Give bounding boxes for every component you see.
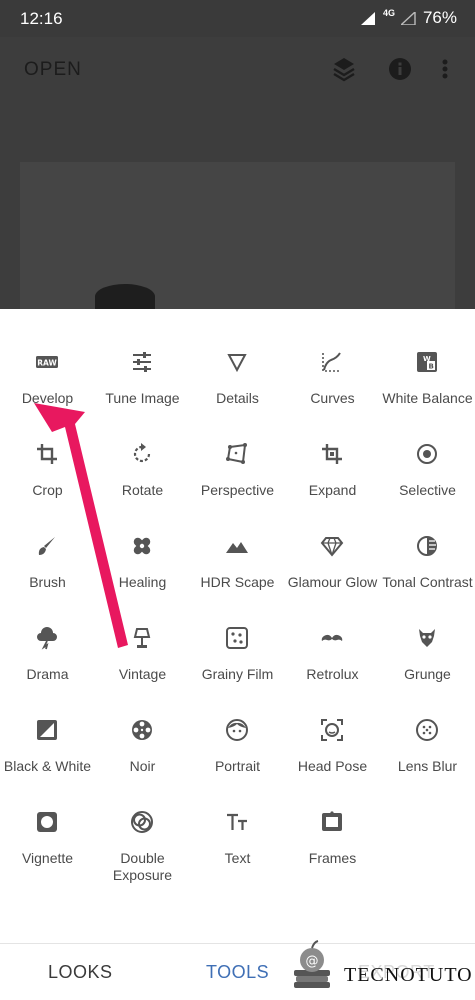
grunge-icon xyxy=(415,626,439,650)
face-scan-icon xyxy=(320,718,344,742)
info-icon[interactable] xyxy=(387,55,413,83)
raw-icon: RAW xyxy=(35,350,59,374)
bw-icon xyxy=(35,718,59,742)
bandage-icon xyxy=(130,534,154,558)
tool-vignette[interactable]: Vignette xyxy=(0,769,95,866)
tool-vintage[interactable]: Vintage xyxy=(95,585,190,682)
tool-retrolux[interactable]: Retrolux xyxy=(285,585,380,682)
tool-grainy-film[interactable]: Grainy Film xyxy=(190,585,285,682)
tool-label: Vignette xyxy=(21,850,74,866)
tool-healing[interactable]: Healing xyxy=(95,493,190,590)
text-icon xyxy=(225,810,249,834)
tonal-icon xyxy=(415,534,439,558)
triangle-icon xyxy=(225,350,249,374)
film-reel-icon xyxy=(130,718,154,742)
layers-icon[interactable] xyxy=(331,55,357,83)
tool-details[interactable]: Details xyxy=(190,309,285,406)
watermark-text: TECNOTUTO xyxy=(344,964,473,986)
svg-text:RAW: RAW xyxy=(37,359,57,368)
svg-text:@: @ xyxy=(306,954,319,969)
lens-blur-icon xyxy=(415,718,439,742)
tab-tools[interactable]: TOOLS xyxy=(206,962,269,983)
tool-lens-blur[interactable]: Lens Blur xyxy=(380,677,475,774)
network-type: 4G xyxy=(382,8,395,18)
tool-develop[interactable]: RAW Develop xyxy=(0,309,95,406)
photo-preview xyxy=(20,162,455,309)
status-bar: 12:16 4G 76% xyxy=(0,0,475,37)
crop-icon xyxy=(35,442,59,466)
tool-black-white[interactable]: Black & White xyxy=(0,677,95,774)
tool-selective[interactable]: Selective xyxy=(380,401,475,498)
tool-frames[interactable]: Frames xyxy=(285,769,380,866)
tool-curves[interactable]: Curves xyxy=(285,309,380,406)
tool-label: Double Exposure xyxy=(112,850,173,883)
battery-level: 76% xyxy=(422,8,457,27)
double-exposure-icon xyxy=(130,810,154,834)
more-vert-icon[interactable] xyxy=(438,55,452,83)
signal-icon-2 xyxy=(400,11,416,25)
tool-perspective[interactable]: Perspective xyxy=(190,401,285,498)
tab-looks[interactable]: LOOKS xyxy=(48,962,113,983)
open-button[interactable]: OPEN xyxy=(24,59,82,81)
grain-icon xyxy=(225,626,249,650)
lamp-icon xyxy=(130,626,154,650)
tool-drama[interactable]: Drama xyxy=(0,585,95,682)
frames-icon xyxy=(320,810,344,834)
tool-hdr-scape[interactable]: HDR Scape xyxy=(190,493,285,590)
tool-rotate[interactable]: Rotate xyxy=(95,401,190,498)
selective-icon xyxy=(415,442,439,466)
watermark: @ TECNOTUTO xyxy=(290,938,472,1000)
app-bar: OPEN xyxy=(0,37,475,309)
tree-silhouette xyxy=(95,284,155,309)
tool-tune-image[interactable]: Tune Image xyxy=(95,309,190,406)
mountains-icon xyxy=(225,534,249,558)
status-time: 12:16 xyxy=(20,9,63,28)
sliders-icon xyxy=(130,350,154,374)
storm-cloud-icon xyxy=(35,626,59,650)
tool-portrait[interactable]: Portrait xyxy=(190,677,285,774)
tool-head-pose[interactable]: Head Pose xyxy=(285,677,380,774)
tool-double-exposure[interactable]: Double Exposure xyxy=(95,769,190,883)
tool-tonal-contrast[interactable]: Tonal Contrast xyxy=(380,493,475,590)
tool-noir[interactable]: Noir xyxy=(95,677,190,774)
tools-panel: RAW Develop Tune Image Details Curves W B White… xyxy=(0,309,475,943)
diamond-icon xyxy=(320,534,344,558)
tool-brush[interactable]: Brush xyxy=(0,493,95,590)
signal-icon xyxy=(360,11,375,25)
wb-icon: WB xyxy=(415,350,439,374)
tool-label: Lens Blur xyxy=(397,758,458,774)
tool-grunge[interactable]: Grunge xyxy=(380,585,475,682)
brush-icon xyxy=(35,534,59,558)
status-indicators: 4G 76% xyxy=(360,8,457,28)
tool-expand[interactable]: Expand xyxy=(285,401,380,498)
rotate-icon xyxy=(130,442,154,466)
tool-crop[interactable]: Crop xyxy=(0,401,95,498)
curves-icon xyxy=(320,350,344,374)
mustache-icon xyxy=(320,626,344,650)
svg-text:B: B xyxy=(429,363,434,371)
tool-glamour-glow[interactable]: Glamour Glow xyxy=(285,493,380,590)
tool-white-balance[interactable]: W B White Balance xyxy=(380,309,475,406)
tool-label: Text xyxy=(224,850,251,866)
tool-text[interactable]: Text xyxy=(190,769,285,866)
tool-label: Frames xyxy=(308,850,357,866)
watermark-logo-icon: @ xyxy=(294,940,330,988)
vignette-icon xyxy=(35,810,59,834)
perspective-icon xyxy=(225,442,249,466)
face-icon xyxy=(225,718,249,742)
expand-icon xyxy=(320,442,344,466)
